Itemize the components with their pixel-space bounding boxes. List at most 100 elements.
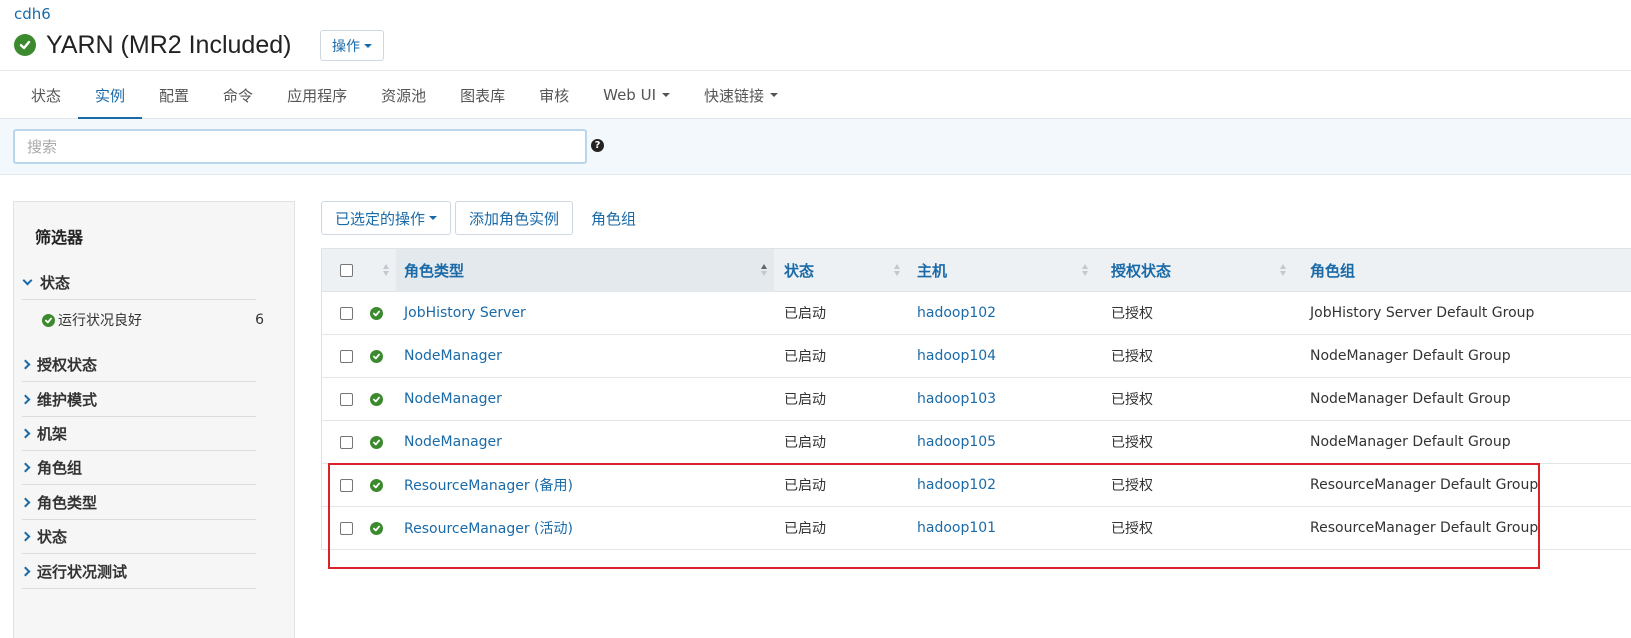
chevron-right-icon — [20, 531, 31, 542]
host-link[interactable]: hadoop102 — [909, 464, 996, 506]
filter-title: 筛选器 — [35, 228, 84, 247]
role-state: 已启动 — [784, 392, 826, 408]
actions-dropdown-button[interactable]: 操作 — [320, 30, 384, 61]
role-group: ResourceManager Default Group — [1310, 477, 1539, 493]
table-row: ResourceManager (活动) 已启动 hadoop101 已授权 R… — [322, 507, 1631, 550]
breadcrumb[interactable]: cdh6 — [14, 5, 51, 23]
filter-section-state[interactable]: 状态 — [20, 520, 256, 554]
chevron-right-icon — [20, 359, 31, 370]
authorization-status: 已授权 — [1111, 478, 1153, 494]
healthy-check-icon — [370, 349, 383, 363]
host-link[interactable]: hadoop102 — [909, 292, 996, 334]
tab-resource-pools[interactable]: 资源池 — [364, 71, 443, 119]
filter-section-authorization[interactable]: 授权状态 — [20, 348, 256, 382]
healthy-check-icon — [370, 435, 383, 449]
sort-icon — [1280, 264, 1287, 278]
row-checkbox[interactable] — [340, 478, 353, 492]
select-all-cell — [322, 249, 372, 292]
role-state: 已启动 — [784, 306, 826, 322]
caret-down-icon — [662, 93, 670, 97]
chevron-right-icon — [20, 497, 31, 508]
role-group: NodeManager Default Group — [1310, 348, 1511, 364]
table-row: NodeManager 已启动 hadoop103 已授权 NodeManage… — [322, 378, 1631, 421]
authorization-status: 已授权 — [1111, 306, 1153, 322]
role-type-link[interactable]: NodeManager — [396, 421, 502, 463]
authorization-status: 已授权 — [1111, 349, 1153, 365]
chevron-right-icon — [20, 462, 31, 473]
row-checkbox[interactable] — [340, 521, 353, 535]
role-state: 已启动 — [784, 435, 826, 451]
tab-audits[interactable]: 审核 — [522, 71, 586, 119]
filter-section-rack[interactable]: 机架 — [20, 417, 256, 451]
row-checkbox[interactable] — [340, 435, 353, 449]
role-type-link[interactable]: ResourceManager (备用) — [396, 464, 573, 506]
role-group: ResourceManager Default Group — [1310, 520, 1539, 536]
table-row: ResourceManager (备用) 已启动 hadoop102 已授权 R… — [322, 464, 1631, 507]
tab-commands[interactable]: 命令 — [206, 71, 270, 119]
host-link[interactable]: hadoop104 — [909, 335, 996, 377]
role-type-link[interactable]: NodeManager — [396, 335, 502, 377]
search-input[interactable] — [13, 129, 587, 164]
healthy-check-icon — [370, 478, 383, 492]
role-type-link[interactable]: ResourceManager (活动) — [396, 507, 573, 549]
filter-section-role-group[interactable]: 角色组 — [20, 451, 256, 485]
tab-web-ui[interactable]: Web UI — [586, 71, 687, 119]
column-header-authorization[interactable]: 授权状态 — [1103, 249, 1293, 292]
chevron-right-icon — [20, 566, 31, 577]
row-checkbox[interactable] — [340, 306, 353, 320]
role-group: NodeManager Default Group — [1310, 391, 1511, 407]
column-header-role-type[interactable]: 角色类型 — [396, 249, 774, 292]
table-row: NodeManager 已启动 hadoop104 已授权 NodeManage… — [322, 335, 1631, 378]
table-row: NodeManager 已启动 hadoop105 已授权 NodeManage… — [322, 421, 1631, 464]
healthy-check-icon — [370, 306, 383, 320]
filter-option-good-health[interactable]: 运行状况良好 6 — [42, 307, 264, 333]
sort-icon — [383, 264, 390, 278]
role-group: NodeManager Default Group — [1310, 434, 1511, 450]
tab-applications[interactable]: 应用程序 — [270, 71, 364, 119]
add-role-instance-button[interactable]: 添加角色实例 — [455, 201, 574, 235]
caret-down-icon — [364, 43, 372, 48]
column-header-host[interactable]: 主机 — [909, 249, 1095, 292]
row-checkbox[interactable] — [340, 349, 353, 363]
role-state: 已启动 — [784, 349, 826, 365]
authorization-status: 已授权 — [1111, 392, 1153, 408]
sort-icon — [894, 264, 901, 278]
help-icon[interactable]: ? — [591, 139, 604, 152]
column-header-state[interactable]: 状态 — [776, 249, 907, 292]
selected-actions-button[interactable]: 已选定的操作 — [321, 201, 452, 235]
caret-down-icon — [429, 216, 438, 220]
column-header-role-group[interactable]: 角色组 — [1302, 249, 1631, 292]
role-groups-link[interactable]: 角色组 — [591, 201, 636, 235]
filter-section-health-tests[interactable]: 运行状况测试 — [20, 555, 256, 589]
tab-chart-library[interactable]: 图表库 — [443, 71, 522, 119]
host-link[interactable]: hadoop105 — [909, 421, 996, 463]
tab-quick-links[interactable]: 快速链接 — [687, 71, 795, 119]
healthy-check-icon — [42, 313, 55, 327]
tab-status[interactable]: 状态 — [14, 71, 78, 119]
filter-section-maintenance[interactable]: 维护模式 — [20, 383, 256, 417]
service-header: YARN (MR2 Included) — [14, 28, 291, 62]
host-link[interactable]: hadoop101 — [909, 507, 996, 549]
search-bar — [0, 119, 1631, 175]
healthy-check-icon — [370, 392, 383, 406]
role-state: 已启动 — [784, 478, 826, 494]
authorization-status: 已授权 — [1111, 521, 1153, 537]
actions-label: 操作 — [332, 38, 360, 55]
role-state: 已启动 — [784, 521, 826, 537]
tab-instances[interactable]: 实例 — [78, 71, 143, 120]
healthy-check-icon — [14, 34, 36, 56]
chevron-right-icon — [20, 428, 31, 439]
sort-ascending-icon — [761, 264, 768, 278]
status-sort-header[interactable] — [372, 249, 396, 292]
row-checkbox[interactable] — [340, 392, 353, 406]
role-type-link[interactable]: JobHistory Server — [396, 292, 526, 334]
host-link[interactable]: hadoop103 — [909, 378, 996, 420]
authorization-status: 已授权 — [1111, 435, 1153, 451]
filter-section-status[interactable]: 状态 — [22, 266, 256, 300]
role-group: JobHistory Server Default Group — [1310, 305, 1535, 321]
tab-configuration[interactable]: 配置 — [142, 71, 206, 119]
role-type-link[interactable]: NodeManager — [396, 378, 502, 420]
page-title: YARN (MR2 Included) — [46, 30, 292, 59]
select-all-checkbox[interactable] — [340, 264, 353, 277]
filter-section-role-type[interactable]: 角色类型 — [20, 486, 256, 520]
